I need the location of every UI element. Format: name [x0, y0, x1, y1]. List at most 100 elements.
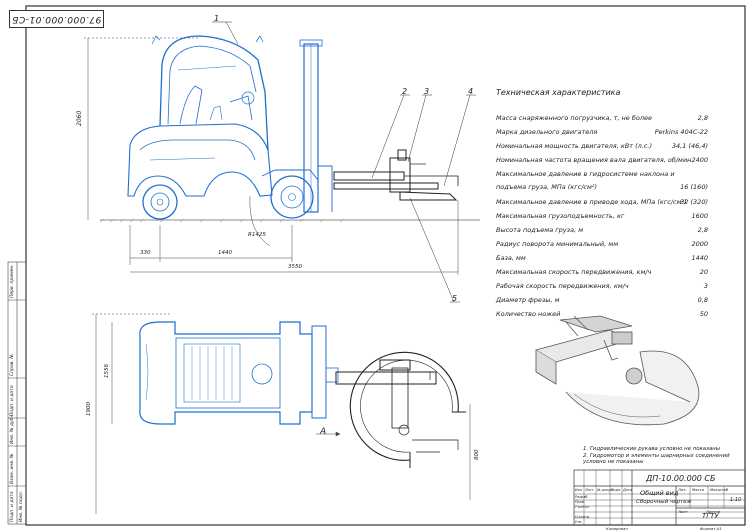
title-people-role: Разраб.	[575, 495, 589, 499]
doc-code-stamp-text: 97.000.000.01-СБ	[11, 14, 102, 24]
dim-2060: 2060	[76, 110, 83, 126]
spec-value: 20	[699, 268, 708, 276]
title-role-header: Подп.	[611, 488, 622, 492]
spec-label: База, мм	[496, 254, 526, 262]
forklift-side-view	[127, 35, 333, 220]
spec-row: Высота подъема груза, м 2,8	[496, 224, 708, 234]
spec-label: Высота подъема груза, м	[496, 226, 584, 234]
dim-1556: 1556	[104, 364, 110, 378]
title-col-scale: Масштаб	[710, 487, 729, 492]
title-role-header: Дата	[623, 488, 632, 492]
mill-attachment-side	[333, 149, 459, 201]
drawing-sheet: 97.000.000.01-СБ 1 2 3 4 5 A 2060 R1425 …	[0, 0, 750, 531]
spec-row: Максимальное давление в приводе хода, МП…	[496, 196, 708, 206]
spec-row: Количество ножей 50	[496, 308, 708, 318]
spec-value: 34,1 (46,4)	[671, 142, 708, 150]
spec-label: Масса снаряженного погрузчика, т, не бол…	[496, 114, 652, 122]
spec-value: 1600	[691, 212, 708, 220]
spec-label: Максимальное давление в приводе хода, МП…	[496, 198, 687, 206]
spec-row: Рабочая скорость передвижения, км/ч 3	[496, 280, 708, 290]
side-strip-label: Подп. и дата	[10, 491, 15, 522]
side-strip-label: Подп. и дата	[10, 385, 15, 416]
spec-label: Рабочая скорость передвижения, км/ч	[496, 282, 629, 290]
callout-1: 1	[214, 14, 220, 23]
callout-5: 5	[452, 294, 458, 303]
spec-row: База, мм 1440	[496, 252, 708, 262]
title-people-role: Т.контр.	[575, 505, 590, 509]
title-people-role: Н.контр.	[575, 515, 591, 519]
spec-value: 2400	[691, 156, 708, 164]
title-col-mass: Масса	[692, 487, 705, 492]
side-strip-label: Взам. инв. №	[10, 453, 15, 484]
spec-row: Радиус поворота минимальный, мм 2000	[496, 238, 708, 248]
spec-value: 1440	[691, 254, 708, 262]
side-strip-label: Инв. № подл.	[19, 490, 24, 522]
title-people-role: Утв.	[575, 520, 583, 524]
spec-label: Максимальная грузоподъемность, кг	[496, 212, 625, 220]
title-doc-code: ДП-10.00.000 СБ	[646, 474, 716, 483]
dim-1440: 1440	[218, 250, 232, 256]
spec-label: подъема груза, МПа (кгс/см²)	[496, 183, 598, 191]
note-2: 2. Гидромотор и элементы шарнирных соеди…	[583, 452, 730, 466]
dimension-lines-side	[84, 37, 459, 275]
title-sheet: Лист	[678, 509, 688, 514]
spec-row: Номинальная частота вращения вала двигат…	[496, 154, 708, 164]
spec-label: Марка дизельного двигателя	[496, 128, 598, 136]
title-role-header: Изм	[575, 488, 582, 492]
spec-value: 32 (320)	[680, 198, 708, 206]
title-col-lit: Лит.	[678, 487, 687, 492]
title-people-role: Пров.	[575, 500, 585, 504]
title-scale: 1:10	[730, 497, 742, 503]
spec-row: Максимальная скорость передвижения, км/ч…	[496, 266, 708, 276]
callout-4: 4	[468, 87, 474, 96]
spec-value: 16 (160)	[680, 183, 708, 191]
spec-value: 2,8	[697, 226, 708, 234]
notes: 1. Гидравлические рукава условно не пока…	[583, 446, 743, 466]
title-name-2: Сборочный чертеж	[636, 499, 692, 505]
ground-hatch	[99, 218, 345, 223]
spec-row: Масса снаряженного погрузчика, т, не бол…	[496, 112, 708, 122]
callout-3: 3	[424, 87, 430, 96]
note-1: 1. Гидравлические рукава условно не пока…	[583, 446, 721, 452]
dim-3550: 3550	[288, 264, 302, 270]
mill-attachment-top	[335, 351, 466, 468]
format-label: Формат А1	[700, 526, 722, 531]
spec-label: Радиус поворота минимальный, мм	[496, 240, 619, 248]
spec-value: 2,8	[697, 114, 708, 122]
spec-row: Номинальная мощность двигателя, кВт (л.с…	[496, 140, 708, 150]
isometric-inset	[534, 315, 700, 426]
side-strip-label: Инв. № дубл.	[10, 413, 15, 444]
spec-label: Номинальная мощность двигателя, кВт (л.с…	[496, 142, 653, 150]
spec-value: Perkins 404C-22	[654, 128, 708, 136]
title-role-header: Лист	[585, 488, 594, 492]
callout-2: 2	[402, 87, 408, 96]
dimension-lines-top	[92, 313, 471, 514]
dim-800: 800	[474, 449, 480, 461]
spec-row: подъема груза, МПа (кгс/см²) 16 (160)	[496, 181, 708, 191]
title-sheets: Листов	[706, 509, 721, 514]
side-strip-label: Перв. примен.	[10, 264, 15, 298]
spec-label: Максимальное давление в гидросистеме нак…	[496, 170, 675, 178]
spec-row: Максимальная грузоподъемность, кг 1600	[496, 210, 708, 220]
spec-row: Диаметр фрезы, м 0,8	[496, 294, 708, 304]
callout-leaders	[212, 21, 476, 303]
doc-code-stamp: 97.000.000.01-СБ	[9, 10, 104, 28]
dim-r1425: R1425	[248, 232, 266, 238]
spec-value: 3	[703, 282, 708, 290]
spec-value: 0,8	[697, 296, 708, 304]
spec-label: Номинальная частота вращения вала двигат…	[496, 156, 692, 164]
copied-label: Копировал	[606, 526, 628, 531]
forklift-top-view	[139, 321, 339, 425]
dim-330: 330	[140, 250, 151, 256]
side-strip-label: Справ. №	[10, 354, 15, 376]
spec-label: Максимальная скорость передвижения, км/ч	[496, 268, 652, 276]
spec-value: 50	[699, 310, 708, 318]
spec-title: Техническая характеристика	[496, 88, 621, 97]
title-name-1: Общий вид	[640, 489, 679, 497]
spec-label: Количество ножей	[496, 310, 561, 318]
spec-row: Максимальное давление в гидросистеме нак…	[496, 168, 708, 178]
dim-1900: 1900	[86, 402, 92, 416]
spec-value: 2000	[691, 240, 708, 248]
spec-row: Марка дизельного двигателя Perkins 404C-2…	[496, 126, 708, 136]
spec-label: Диаметр фрезы, м	[496, 296, 560, 304]
